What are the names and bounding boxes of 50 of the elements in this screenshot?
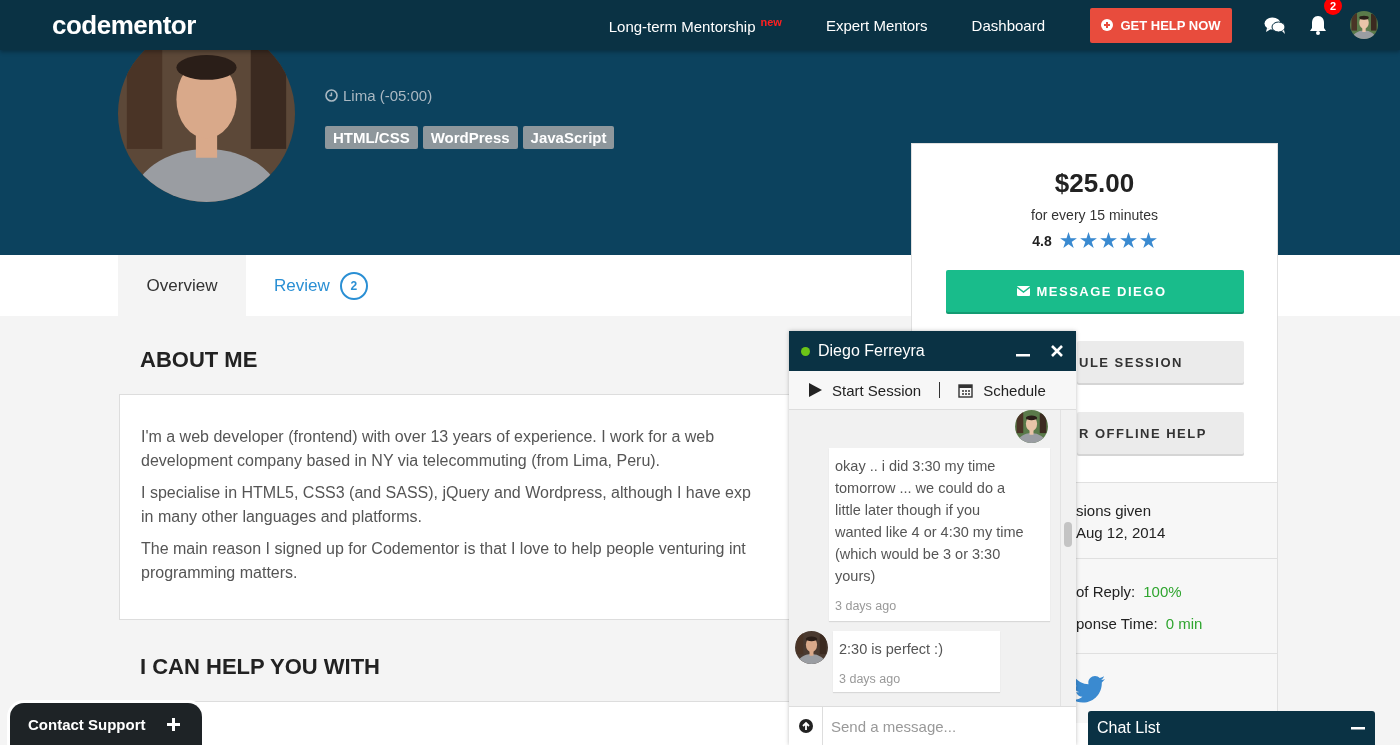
chat-action[interactable]: Schedule xyxy=(958,381,1046,399)
get-help-now-button[interactable]: GET HELP NOW xyxy=(1090,7,1232,43)
close-icon[interactable] xyxy=(1050,345,1064,357)
rating-stars: ★★★★★ xyxy=(1059,229,1157,252)
notification-count: 2 xyxy=(1324,0,1342,15)
message-time: 3 days ago xyxy=(839,672,902,686)
price-unit: for every 15 minutes xyxy=(1030,207,1159,223)
sidebar-button[interactable]: R OFFLINE HELP xyxy=(1077,412,1244,454)
location-text: Lima (-05:00) xyxy=(343,87,433,104)
upload-icon[interactable] xyxy=(798,719,813,733)
play-icon xyxy=(809,383,822,397)
nav-link[interactable]: Expert Mentors xyxy=(825,16,928,34)
profile-tab[interactable]: Overview xyxy=(118,255,246,316)
skill-tag: WordPress xyxy=(422,126,518,149)
message-time: 3 days ago xyxy=(835,599,898,613)
scrollbar-thumb[interactable] xyxy=(1064,522,1072,547)
chat-list-title: Chat List xyxy=(1097,719,1161,737)
clock-icon xyxy=(325,89,338,102)
about-paragraph: I'm a web developer (frontend) with over 13 years of experience. I work for a web development company based in NY via telecommuting (from Lima, Peru). xyxy=(141,427,715,471)
minimize-icon[interactable] xyxy=(1351,726,1365,730)
codementor-logo[interactable]: codementor xyxy=(52,9,196,41)
chat-action[interactable]: Start Session xyxy=(809,381,922,399)
profile-tab[interactable]: Review 2 xyxy=(246,255,396,316)
bell-icon[interactable] xyxy=(1308,15,1328,35)
chat-contact-name: Diego Ferreyra xyxy=(818,342,925,360)
about-paragraph: I specialise in HTML5, CSS3 (and SASS), jQuery and Wordpress, although I have exp in many other languages and platforms. xyxy=(141,483,751,527)
plus-icon xyxy=(167,717,180,731)
section-heading: ABOUT ME xyxy=(140,347,258,373)
stat-line: ponse Time: 0 min xyxy=(1076,615,1204,633)
rating-value: 4.8 xyxy=(1032,232,1052,249)
chat-list-bar[interactable]: Chat List xyxy=(1088,711,1375,745)
skill-tag: JavaScript xyxy=(522,126,615,149)
stat-line: Aug 12, 2014 xyxy=(1076,524,1167,542)
skill-tag: HTML/CSS xyxy=(325,126,418,149)
section-heading: I CAN HELP YOU WITH xyxy=(140,654,380,680)
stat-line: sions given xyxy=(1076,502,1153,520)
sidebar-button[interactable]: ULE SESSION xyxy=(1077,341,1244,383)
envelope-icon xyxy=(1017,286,1031,296)
nav-link[interactable]: Dashboard xyxy=(971,16,1045,34)
review-count: 2 xyxy=(339,271,368,300)
chat-bubbles-icon[interactable] xyxy=(1264,16,1286,34)
price: $25.00 xyxy=(1053,168,1136,199)
calendar-icon xyxy=(958,382,974,398)
message-text: 2:30 is perfect :) xyxy=(839,640,944,659)
about-paragraph: The main reason I signed up for Codementor is that I love to help people venturing int programming matters. xyxy=(141,539,746,583)
plus-circle-icon xyxy=(1101,19,1114,31)
contact-support-button[interactable]: Contact Support xyxy=(10,703,202,745)
message-text: okay .. i did 3:30 my time tomorrow ... we could do a little later though if you wanted like 4 or 4:30 my time (which would be 3 or 3:30 yours) xyxy=(835,457,1025,586)
stat-line: of Reply: 100% xyxy=(1076,583,1183,601)
nav-link[interactable]: Long-term Mentorship $^{new}$ xyxy=(608,15,782,35)
